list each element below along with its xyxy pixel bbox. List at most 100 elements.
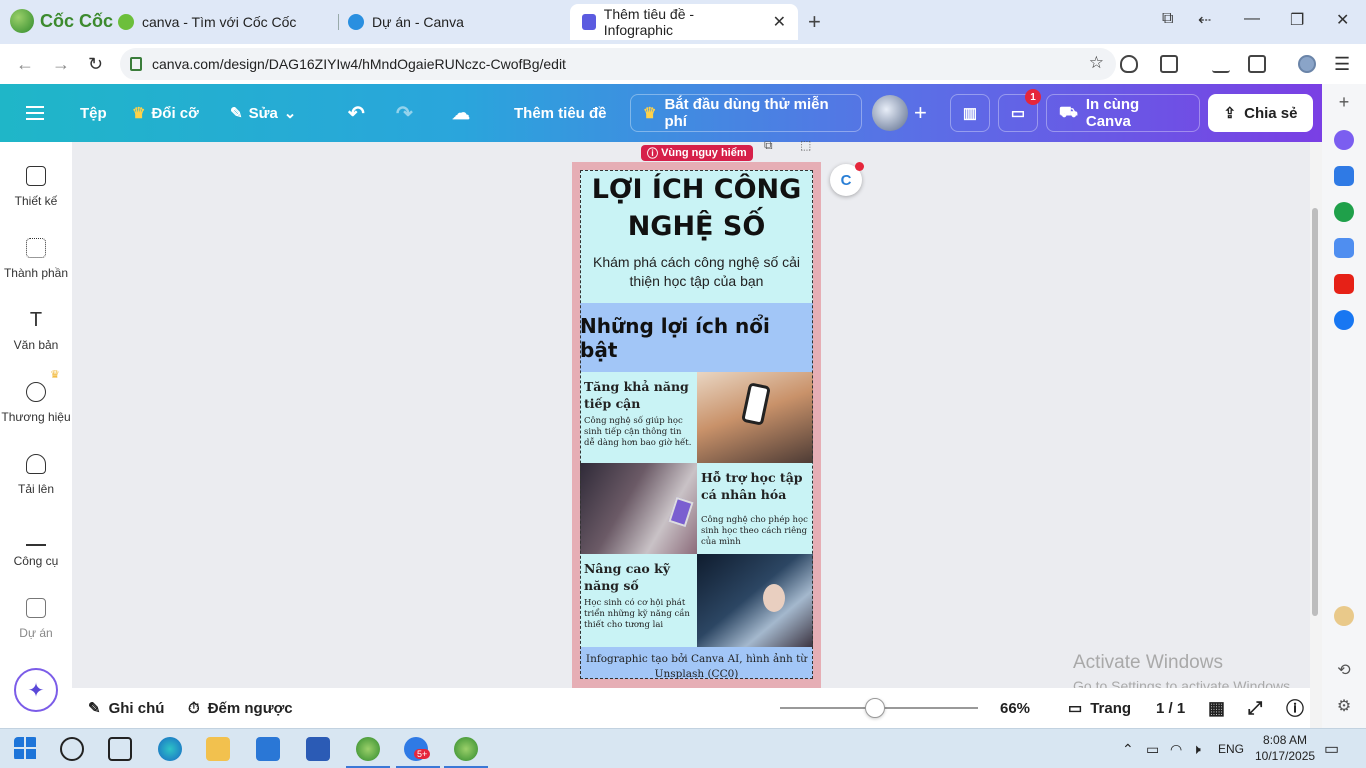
coccoc-active-icon[interactable] xyxy=(454,737,478,761)
tab-search-icon[interactable]: ⧉ xyxy=(1162,10,1173,28)
extension-rail-icon[interactable] xyxy=(1334,606,1354,626)
volume-muted-icon[interactable]: 🕨 xyxy=(1192,729,1201,768)
tab-projects[interactable]: Dự án - Canva xyxy=(336,6,476,38)
taskbar-clock[interactable]: 8:08 AM 10/17/2025 xyxy=(1255,732,1315,764)
profile-avatar[interactable] xyxy=(1298,55,1316,73)
design-title-label: Thêm tiêu đề xyxy=(514,104,607,122)
magic-ai-button[interactable]: ✦ xyxy=(14,668,58,712)
file-explorer-icon[interactable] xyxy=(206,737,230,761)
translate-icon[interactable] xyxy=(1334,238,1354,258)
messenger-icon[interactable] xyxy=(1334,130,1354,150)
edge-icon[interactable] xyxy=(158,737,182,761)
browser-tabbar: Cốc Cốc canva - Tìm với Cốc Cốc Dự án - … xyxy=(0,0,1366,44)
store-icon[interactable] xyxy=(256,737,280,761)
sparkle-icon: ✦ xyxy=(27,679,45,702)
zoom-value[interactable]: 66% xyxy=(1000,688,1030,728)
search-icon[interactable] xyxy=(60,737,84,761)
new-tab-button[interactable]: + xyxy=(808,9,821,35)
zalo-icon[interactable] xyxy=(1334,166,1354,186)
close-tab-icon[interactable]: ✕ xyxy=(773,12,786,32)
forward-icon[interactable]: → xyxy=(52,54,70,75)
timer-label: Đếm ngược xyxy=(207,699,293,717)
add-rail-icon[interactable]: + xyxy=(1334,92,1354,112)
url-text[interactable]: canva.com/design/DAG16ZIYIw4/hMndOgaieRU… xyxy=(152,56,566,72)
add-page-icon[interactable]: ⬚ xyxy=(800,138,811,152)
history-icon[interactable]: ⟲ xyxy=(1334,660,1354,680)
comment-icon: ▭ xyxy=(1010,105,1026,122)
close-window-icon[interactable]: ✕ xyxy=(1336,10,1349,30)
battery-icon[interactable]: ▭ xyxy=(1146,729,1159,768)
undo-button[interactable]: ↶ xyxy=(348,84,365,142)
pages-label: Trang xyxy=(1090,699,1132,717)
add-collaborator-button[interactable]: + xyxy=(914,84,927,142)
notes-icon: ✎ xyxy=(88,700,101,717)
action-center-icon[interactable]: ▭ xyxy=(1324,729,1339,768)
facebook-icon[interactable] xyxy=(1334,310,1354,330)
sidebar-item-projects[interactable]: Dự án xyxy=(0,598,72,640)
download-icon[interactable] xyxy=(1212,55,1230,73)
language-indicator[interactable]: ENG xyxy=(1218,729,1244,768)
share-label: Chia sẻ xyxy=(1244,104,1298,122)
file-menu[interactable]: Tệp xyxy=(80,84,107,142)
notes-button[interactable]: ✎ Ghi chú xyxy=(88,688,164,728)
task-view-icon[interactable] xyxy=(108,737,132,761)
bookmark-star-icon[interactable]: ☆ xyxy=(1089,53,1104,73)
sidebar-item-design[interactable]: Thiết kế xyxy=(0,166,72,208)
help-icon[interactable]: ⓘ xyxy=(1286,688,1304,728)
sidebar-item-tools[interactable]: Công cụ xyxy=(0,526,72,568)
scrollbar-thumb[interactable] xyxy=(1312,208,1318,616)
fullscreen-icon[interactable]: ⤢ xyxy=(1248,688,1262,728)
sidebar-icon[interactable] xyxy=(1248,55,1266,73)
menu-icon[interactable]: ☰ xyxy=(1334,54,1350,75)
sidebar-item-label: Dự án xyxy=(19,626,53,640)
grid-view-icon[interactable]: ▦ xyxy=(1208,688,1225,728)
print-label: In cùng Canva xyxy=(1085,96,1140,130)
clock-date: 10/17/2025 xyxy=(1255,749,1316,763)
shield-icon[interactable] xyxy=(1120,55,1138,73)
zoom-label: 66% xyxy=(1000,699,1031,717)
sidebar-item-elements[interactable]: Thành phần xyxy=(0,238,72,280)
game-icon[interactable] xyxy=(1334,202,1354,222)
sidebar-item-text[interactable]: T Văn bản xyxy=(0,310,72,352)
word-icon[interactable] xyxy=(306,737,330,761)
maximize-icon[interactable]: ❐ xyxy=(1290,10,1304,30)
design-title[interactable]: Thêm tiêu đề xyxy=(514,84,607,142)
redo-button[interactable]: ↷ xyxy=(396,84,413,142)
free-trial-button[interactable]: ♛ Bắt đầu dùng thử miễn phí xyxy=(630,94,862,132)
omnibox[interactable]: canva.com/design/DAG16ZIYIw4/hMndOgaieRU… xyxy=(120,48,1116,80)
settings-gear-icon[interactable]: ⚙ xyxy=(1334,696,1354,716)
timer-button[interactable]: ⏱ Đếm ngược xyxy=(188,688,293,728)
danger-zone-text: Vùng nguy hiểm xyxy=(661,147,747,159)
share-button[interactable]: ⇪ Chia sẻ xyxy=(1208,94,1313,132)
sidebar-item-uploads[interactable]: Tải lên xyxy=(0,454,72,496)
coccoc-taskbar-icon[interactable] xyxy=(356,737,380,761)
browser-brand[interactable]: Cốc Cốc xyxy=(10,9,113,33)
minimize-icon[interactable]: — xyxy=(1244,10,1260,28)
back-icon[interactable]: ← xyxy=(16,54,34,75)
wifi-icon[interactable]: ◠ xyxy=(1170,729,1182,768)
tab-design[interactable]: Thêm tiêu đề - Infographic ✕ xyxy=(570,4,798,40)
print-button[interactable]: ⛟ In cùng Canva xyxy=(1046,94,1200,132)
extensions-icon[interactable] xyxy=(1160,55,1178,73)
zoom-slider-handle[interactable] xyxy=(865,698,886,718)
text-icon: T xyxy=(29,309,43,331)
pages-button[interactable]: ▭ Trang xyxy=(1068,688,1131,728)
comments-button[interactable]: ▭ 1 xyxy=(998,89,1041,132)
insights-button[interactable]: ▥ xyxy=(950,94,990,132)
back-tab-icon[interactable]: ⇠ xyxy=(1198,10,1211,30)
duplicate-page-icon[interactable]: ⧉ xyxy=(764,138,773,153)
windows-start-icon[interactable] xyxy=(14,737,38,761)
reload-icon[interactable]: ↻ xyxy=(88,54,103,75)
cloud-save-icon[interactable]: ☁ xyxy=(452,84,470,142)
notification-badge: 5+ xyxy=(414,749,431,759)
tab-search[interactable]: canva - Tìm với Cốc Cốc xyxy=(106,6,308,38)
canva-assistant-bubble[interactable]: C xyxy=(830,162,864,196)
resize-menu[interactable]: ♛ Đổi cỡ xyxy=(132,84,199,142)
youtube-icon[interactable] xyxy=(1334,274,1354,294)
user-avatar[interactable] xyxy=(872,95,908,131)
show-hidden-icons-icon[interactable]: ⌃ xyxy=(1122,729,1134,768)
sidebar-item-brand[interactable]: Thương hiệu xyxy=(0,382,72,424)
edit-menu[interactable]: ✎ Sửa ⌄ xyxy=(230,84,296,142)
main-menu-button[interactable] xyxy=(26,84,44,142)
windows-taskbar: 5+ ⌃ ▭ ◠ 🕨 ENG 8:08 AM 10/17/2025 ▭ xyxy=(0,728,1366,768)
